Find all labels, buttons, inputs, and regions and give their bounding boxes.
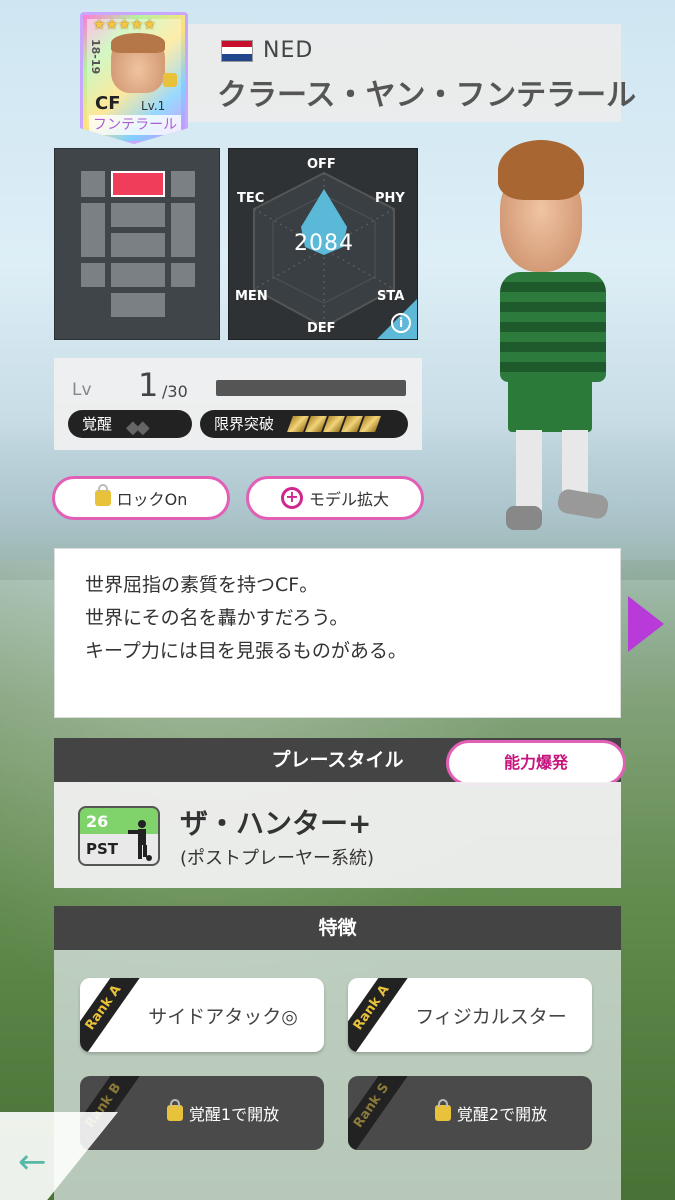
radar-label-phy: PHY	[375, 191, 405, 206]
description-line: 世界屈指の素質を持つCF。	[85, 574, 319, 596]
trait-locked-label: 覚醒1で開放	[188, 1105, 280, 1124]
player-shorts	[508, 376, 592, 432]
level-label: Lv	[72, 380, 92, 400]
trait-locked-row: 覚醒1で開放	[130, 1076, 316, 1150]
nation-row: NED	[221, 38, 313, 63]
playstyle-number: 26	[86, 812, 109, 831]
awakening-pill: 覚醒 ◆◆	[68, 410, 192, 438]
lock-icon	[434, 1099, 451, 1121]
formation-cell	[171, 203, 195, 257]
limit-break-label: 限界突破	[214, 415, 275, 433]
player-sock	[516, 430, 542, 510]
lock-icon	[166, 1099, 183, 1121]
level-progress-bar	[216, 380, 406, 396]
formation-cell	[111, 263, 165, 287]
player-jersey	[500, 272, 606, 382]
description-line: キープ力には目を見張るものがある。	[85, 640, 407, 662]
trait-card[interactable]: Rank A フィジカルスター	[348, 978, 592, 1052]
formation-map	[54, 148, 220, 340]
limit-break-bars	[287, 416, 381, 432]
player-boot	[556, 487, 610, 521]
back-arrow-icon[interactable]: ←	[18, 1142, 47, 1182]
zoom-plus-icon: +	[280, 487, 303, 509]
playstyle-code: PST	[86, 840, 119, 858]
playstyle-subtitle: (ポストプレーヤー系統)	[180, 848, 375, 869]
trait-label: サイドアタック◎	[148, 1005, 298, 1028]
player-description: 世界屈指の素質を持つCF。 世界にその名を轟かすだろう。 キープ力には目を見張る…	[54, 548, 621, 718]
awakening-diamond-icon: ◆◆	[126, 417, 150, 438]
trait-label: フィジカルスター	[415, 1005, 567, 1028]
card-level: Lv.1	[141, 99, 166, 113]
trait-card[interactable]: Rank A サイドアタック◎	[80, 978, 324, 1052]
radar-label-off: OFF	[307, 157, 336, 172]
card-portrait-hair	[111, 33, 165, 53]
player-model[interactable]	[478, 140, 618, 550]
formation-cell	[81, 263, 105, 287]
level-max: /30	[162, 382, 188, 401]
netherlands-flag-icon	[221, 39, 253, 62]
lock-button-label: ロックOn	[116, 490, 188, 509]
player-hair	[498, 140, 584, 200]
limit-bar	[359, 416, 381, 432]
player-name-panel: NED クラース・ヤン・フンテラール	[185, 24, 636, 122]
radar-label-def: DEF	[307, 321, 336, 336]
player-name: クラース・ヤン・フンテラール	[217, 78, 637, 113]
lock-icon	[94, 484, 111, 506]
info-icon[interactable]: i	[391, 313, 411, 333]
overall-total: 2084	[294, 231, 354, 256]
card-position: CF	[95, 93, 121, 114]
player-boot	[506, 506, 542, 530]
formation-cell	[81, 171, 105, 197]
playstyle-title: ザ・ハンター+	[180, 807, 372, 840]
model-zoom-button[interactable]: + モデル拡大	[246, 476, 424, 520]
ability-burst-button[interactable]: 能力爆発	[446, 740, 626, 786]
description-line: 世界にその名を轟かすだろう。	[85, 607, 349, 629]
next-arrow-icon[interactable]	[628, 596, 664, 652]
formation-cell-active	[111, 171, 165, 197]
nation-code: NED	[263, 38, 314, 63]
radar-label-tec: TEC	[237, 191, 265, 206]
level-panel: Lv 1 /30 覚醒 ◆◆ 限界突破	[54, 358, 422, 450]
radar-label-sta: STA	[377, 289, 405, 304]
level-current: 1	[138, 366, 159, 404]
player-card[interactable]: ★★★★★ 18-19 CF Lv.1 フンテラール	[80, 12, 188, 144]
traits-header: 特徴	[54, 906, 621, 950]
playstyle-panel: 26 PST ザ・ハンター+ (ポストプレーヤー系統)	[54, 782, 621, 888]
post-player-icon	[128, 820, 152, 861]
formation-cell	[111, 293, 165, 317]
formation-cell	[111, 233, 165, 257]
lock-button[interactable]: ロックOn	[52, 476, 230, 520]
model-zoom-label: モデル拡大	[308, 490, 389, 509]
trait-card-locked[interactable]: Rank S 覚醒2で開放	[348, 1076, 592, 1150]
card-lock-icon	[163, 73, 177, 87]
trait-locked-label: 覚醒2で開放	[456, 1105, 548, 1124]
trait-locked-row: 覚醒2で開放	[398, 1076, 584, 1150]
formation-cell	[111, 203, 165, 227]
radar-label-men: MEN	[235, 289, 268, 304]
playstyle-badge: 26 PST	[78, 806, 160, 866]
limit-break-pill: 限界突破	[200, 410, 408, 438]
card-name: フンテラール	[89, 115, 181, 135]
formation-cell	[171, 171, 195, 197]
card-season: 18-19	[89, 39, 102, 75]
star-rating: ★★★★★	[93, 17, 156, 33]
formation-cell	[81, 203, 105, 257]
awakening-label: 覚醒	[82, 415, 113, 433]
formation-cell	[171, 263, 195, 287]
stat-radar[interactable]: OFF TEC PHY MEN STA DEF 2084 i	[228, 148, 418, 340]
